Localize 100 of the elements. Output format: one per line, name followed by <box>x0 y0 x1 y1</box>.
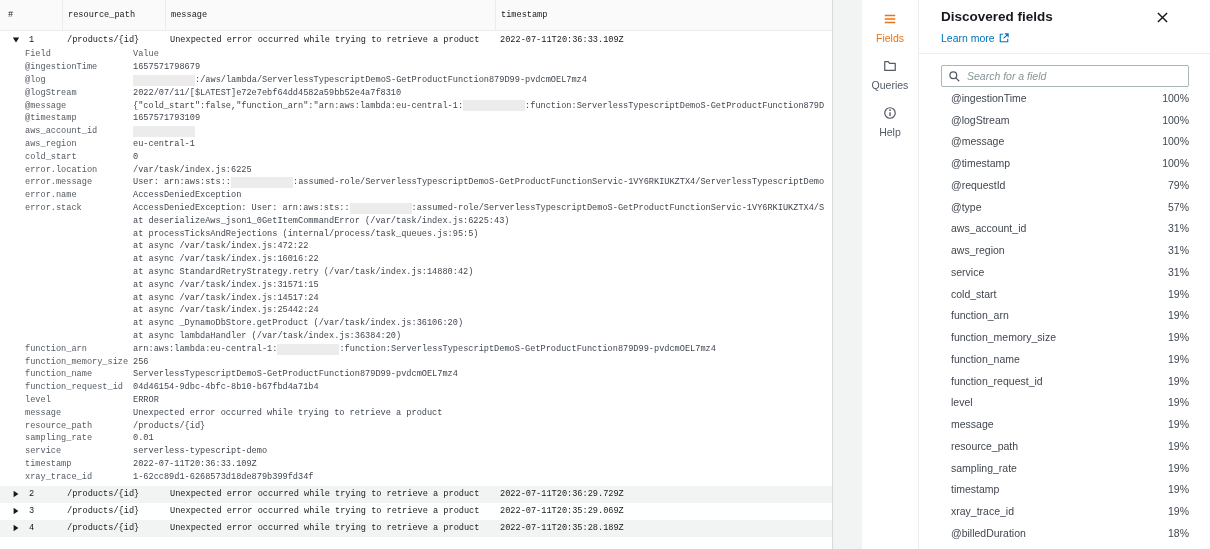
close-icon[interactable] <box>1157 11 1168 23</box>
field-name: timestamp <box>25 457 73 471</box>
field-name[interactable]: timestamp <box>951 483 1000 496</box>
table-cell-text: /products/{id} <box>66 489 141 499</box>
column-header[interactable]: resource_path <box>62 0 165 30</box>
field-name[interactable]: xray_trace_id <box>951 505 1015 518</box>
field-name[interactable]: @logStream <box>951 113 1010 126</box>
field-name[interactable]: @timestamp <box>951 157 1011 170</box>
field-name: cold_start <box>25 150 78 164</box>
field-percentage: 19% <box>1168 309 1189 322</box>
field-name[interactable]: aws_region <box>951 244 1005 257</box>
field-percentage: 19% <box>1168 418 1189 431</box>
field-name[interactable]: @ingestionTime <box>951 91 1027 104</box>
field-percentage: 19% <box>1168 396 1189 409</box>
field-name: function_memory_size <box>25 355 130 369</box>
field-value: AccessDeniedException: User: arn:aws:sts:: <box>133 201 350 215</box>
field-name: @logStream <box>25 86 78 100</box>
field-name[interactable]: function_request_id <box>951 374 1043 387</box>
field-name[interactable]: function_arn <box>951 309 1009 322</box>
column-header[interactable]: timestamp <box>495 0 832 30</box>
field-name: @timestamp <box>25 112 78 126</box>
field-name[interactable]: function_memory_size <box>951 331 1057 344</box>
field-name: function_request_id <box>25 381 124 394</box>
search-field[interactable]: Search for a field <box>941 65 1189 87</box>
table-cell-text: Unexpected error occurred while trying to retrieve a product <box>169 34 481 45</box>
info-icon[interactable] <box>883 106 897 120</box>
field-value: AccessDeniedException <box>133 189 242 202</box>
field-name: @log <box>25 74 47 87</box>
field-value: ServerlessTypescriptDemoS-GetProductFunction879D99-pvdcmOEL7mz4 <box>133 368 458 382</box>
table-cell-text: /products/{id} <box>66 34 141 45</box>
field-value: 0.01 <box>133 432 154 446</box>
caret-right-icon[interactable] <box>12 524 20 532</box>
row-number: 4 <box>29 522 35 534</box>
table-cell-text: Unexpected error occurred while trying to retrieve a product <box>169 489 481 499</box>
field-name[interactable]: cold_start <box>951 287 997 300</box>
field-name[interactable]: level <box>951 396 973 409</box>
field-value: :assumed-role/ServerlessTypescriptDemoS-GetProductFunctionServic-1VY6RKIUKZTX4/S <box>411 201 825 215</box>
field-name[interactable]: message <box>951 418 994 431</box>
field-value: 2022/07/11/[$LATEST]e72e7ebf64dd4582a59bb52e4a7f8310 <box>133 86 402 100</box>
menu-icon[interactable] <box>883 12 897 26</box>
field-name[interactable]: @message <box>951 135 1005 148</box>
field-value: :function:ServerlessTypescriptDemoS-GetProductFunction879D <box>525 99 825 113</box>
field-percentage: 31% <box>1168 244 1189 257</box>
field-name[interactable]: function_name <box>951 352 1020 365</box>
field-name[interactable]: @type <box>951 200 982 213</box>
field-value: /var/task/index.js:6225 <box>133 163 252 177</box>
field-value: :function:ServerlessTypescriptDemoS-GetProductFunction879D99-pvdcmOEL7mz4 <box>339 342 716 356</box>
nav-tab[interactable]: Help <box>879 126 901 139</box>
field-name: @message <box>25 99 68 113</box>
field-value: /products/{id} <box>133 419 206 433</box>
field-percentage: 100% <box>1162 91 1189 104</box>
field-name[interactable]: @requestId <box>951 178 1006 191</box>
field-name: error.location <box>25 163 99 177</box>
field-percentage: 18% <box>1168 526 1189 539</box>
table-cell-text: 2022-07-11T20:35:28.189Z <box>499 523 625 533</box>
field-percentage: 19% <box>1168 331 1189 344</box>
field-value: at async /var/task/index.js:25442:24 <box>133 304 319 318</box>
row-number: 1 <box>29 33 35 46</box>
table-cell-text: /products/{id} <box>66 506 141 516</box>
learn-more-link[interactable]: Learn more <box>941 31 995 45</box>
field-value: eu-central-1 <box>133 138 195 151</box>
detail-header: Field <box>25 48 52 61</box>
table-cell-text: 2022-07-11T20:35:29.069Z <box>499 506 625 516</box>
table-cell-text: Unexpected error occurred while trying to retrieve a product <box>169 523 481 533</box>
column-header[interactable]: message <box>165 0 495 30</box>
field-value: at async /var/task/index.js:14517:24 <box>133 291 319 305</box>
field-name[interactable]: resource_path <box>951 439 1019 452</box>
field-name: message <box>25 406 63 420</box>
field-value: at async StandardRetryStrategy.retry (/var/task/index.js:14880:42) <box>133 265 474 279</box>
caret-down-icon[interactable] <box>12 35 20 44</box>
field-percentage: 19% <box>1168 352 1189 365</box>
field-value: at async /var/task/index.js:472:22 <box>133 240 309 254</box>
field-name: function_arn <box>25 342 88 356</box>
field-value: 256 <box>133 355 149 369</box>
folder-icon[interactable] <box>883 59 897 73</box>
field-name: @ingestionTime <box>25 61 99 74</box>
field-value: at deserializeAws_json1_0GetItemCommandError (/var/task/index.js:6225:43) <box>133 214 510 228</box>
field-value: 2022-07-11T20:36:33.109Z <box>133 457 257 471</box>
field-name: sampling_rate <box>25 432 94 446</box>
field-name[interactable]: aws_account_id <box>951 222 1027 235</box>
caret-right-icon[interactable] <box>12 490 20 498</box>
field-percentage: 19% <box>1168 374 1189 387</box>
field-name: function_name <box>25 368 94 382</box>
field-percentage: 100% <box>1162 113 1189 126</box>
field-value: 1657571793109 <box>133 112 201 126</box>
field-percentage: 31% <box>1168 265 1189 278</box>
field-percentage: 19% <box>1168 439 1189 452</box>
field-value: at async /var/task/index.js:31571:15 <box>133 278 319 292</box>
field-name[interactable]: sampling_rate <box>951 461 1017 474</box>
number-header[interactable]: # <box>0 0 62 30</box>
nav-tab[interactable]: Queries <box>871 79 909 92</box>
row-number: 2 <box>29 488 35 500</box>
field-name[interactable]: service <box>951 265 985 278</box>
field-percentage: 31% <box>1168 222 1189 235</box>
table-cell-text: 2022-07-11T20:36:29.729Z <box>499 489 625 499</box>
field-name[interactable]: @billedDuration <box>951 526 1026 539</box>
field-name: error.message <box>25 176 94 190</box>
field-name: level <box>25 393 52 407</box>
field-percentage: 19% <box>1168 483 1189 496</box>
caret-right-icon[interactable] <box>12 507 20 515</box>
